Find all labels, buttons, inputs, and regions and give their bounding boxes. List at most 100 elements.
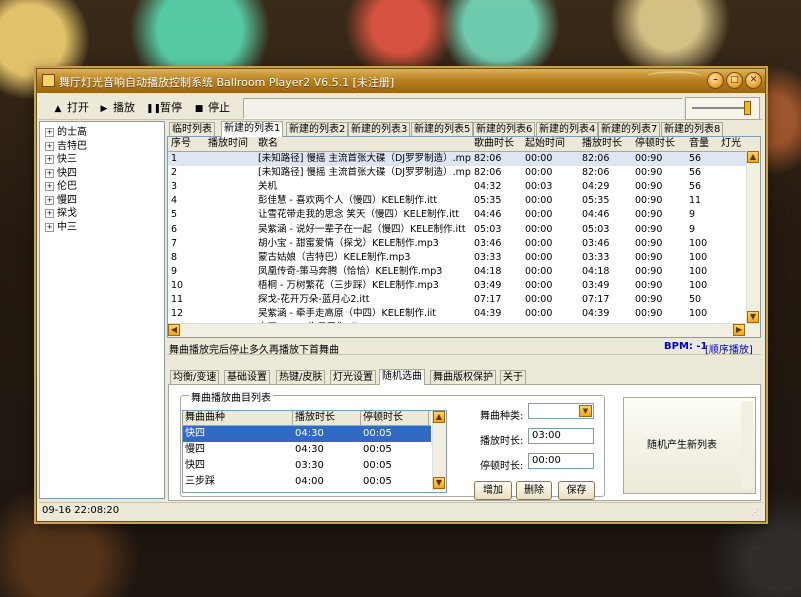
play-icon: ▶ — [100, 104, 108, 114]
settings-tab[interactable]: 均衡/变速 — [170, 370, 220, 384]
settings-tab[interactable]: 随机选曲 — [379, 369, 425, 385]
column-header[interactable]: 歌名 — [258, 138, 278, 150]
column-header[interactable]: 灯光 — [721, 138, 741, 150]
playlist-tab[interactable]: 临时列表 — [169, 122, 215, 136]
table-row[interactable]: 10 梧桐 - 万树繁花（三步踩）KELE制作.mp3 03:49 00:00 03:4… — [168, 279, 746, 293]
settings-tab[interactable]: 关于 — [500, 370, 526, 384]
volume-thumb[interactable] — [744, 101, 752, 115]
table-row[interactable]: 11 探戈-花开万朵-蓝月心2.itt 07:17 00:00 07:17 00:90 50 — [168, 293, 746, 307]
playlist-tab[interactable]: 新建的列表5 — [411, 122, 474, 136]
expand-plus-icon[interactable]: + — [45, 168, 54, 178]
resize-grip-icon[interactable]: ⋰ — [751, 508, 761, 518]
table-row[interactable]: 8 蒙古姑娘（吉特巴）KELE制作.mp3 03:33 00:00 03:33 00:90… — [168, 251, 746, 265]
generate-scroll[interactable] — [741, 401, 753, 489]
table-cell: 00:90 — [635, 265, 663, 277]
pause-length-input[interactable]: 00:00 — [528, 453, 594, 469]
table-row[interactable]: 5 让雪花带走我的思念 笑天（慢四）KELE制作.itt 04:46 00:00 04:… — [168, 208, 746, 222]
scroll-left-icon[interactable]: ◀ — [168, 324, 180, 336]
table-row[interactable]: 9 凤凰传奇-策马奔腾（恰恰）KELE制作.mp3 04:18 00:00 04:18 0… — [168, 265, 746, 279]
grid-row[interactable]: 三步踩 04:00 00:05 — [183, 474, 431, 490]
play-length-input[interactable]: 03:00 — [528, 428, 594, 444]
settings-tab[interactable]: 舞曲版权保护 — [430, 370, 496, 384]
stop-button[interactable]: ■ 停止 — [194, 100, 230, 115]
expand-plus-icon[interactable]: + — [45, 141, 54, 151]
table-cell: 3 — [171, 181, 178, 193]
scroll-up-icon[interactable]: ▲ — [747, 151, 759, 163]
table-row[interactable]: 6 吴紫涵 - 说好一辈子在一起（慢四）KELE制作.itt 05:03 00:00 0… — [168, 223, 746, 237]
progress-panel[interactable] — [243, 98, 683, 119]
tree-item[interactable]: + 的士高 — [45, 126, 87, 139]
grid-vscroll[interactable]: ▲ ▼ — [432, 411, 446, 490]
table-row[interactable]: 3 关机 04:32 00:03 04:29 00:90 56 — [168, 180, 746, 194]
playlist-tab[interactable]: 新建的列表3 — [348, 122, 411, 136]
table-row[interactable]: 1 [未知路径] 慢摇 主流首张大碟（DJ罗罗制造）.mp3 82:06 00:00 8… — [168, 152, 746, 166]
scroll-up-icon[interactable]: ▲ — [433, 411, 445, 423]
settings-tab[interactable]: 灯光设置 — [330, 370, 376, 384]
playlist-tab[interactable]: 新建的列表4 — [536, 122, 599, 136]
table-row[interactable]: 7 胡小宝 - 甜蜜爱情（探戈）KELE制作.mp3 03:46 00:00 03:46… — [168, 237, 746, 251]
column-header[interactable]: 歌曲时长 — [474, 138, 514, 150]
table-row[interactable]: 4 彭佳慧 - 喜欢两个人（慢四）KELE制作.itt 05:35 00:00 05:3… — [168, 194, 746, 208]
title-bar[interactable]: 舞厅灯光音响自动播放控制系统 Ballroom Player2 V6.5.1 [… — [37, 69, 765, 93]
grid-row[interactable]: 快四 03:30 00:05 — [183, 458, 431, 474]
settings-tab[interactable]: 基础设置 — [224, 370, 270, 384]
expand-plus-icon[interactable]: + — [45, 128, 54, 137]
grid-column-header[interactable]: 播放时长 — [293, 411, 361, 425]
table-cell: 1 — [171, 153, 178, 164]
column-header[interactable]: 播放时长 — [582, 138, 622, 150]
table-cell: 00:00 — [525, 153, 553, 164]
volume-slider[interactable] — [685, 97, 760, 120]
column-header[interactable]: 播放时间 — [208, 138, 248, 150]
play-button[interactable]: ▶ 播放 — [99, 100, 135, 115]
column-header[interactable]: 停顿时长 — [635, 138, 675, 150]
settings-tab[interactable]: 热键/皮肤 — [276, 370, 326, 384]
expand-plus-icon[interactable]: + — [45, 222, 54, 232]
table-cell: 5 — [171, 209, 178, 221]
grid-row[interactable]: 快四 04:30 00:05 — [183, 426, 431, 442]
playlist-tab[interactable]: 新建的列表1 — [221, 121, 284, 137]
grid-row[interactable]: 慢四 04:30 00:05 — [183, 442, 431, 458]
expand-plus-icon[interactable]: + — [45, 155, 54, 164]
grid-column-header[interactable]: 舞曲曲种 — [183, 411, 293, 425]
table-cell — [208, 194, 256, 208]
add-button[interactable]: 增加 — [474, 481, 512, 500]
minimize-button[interactable]: – — [707, 72, 724, 89]
playlist-tab[interactable]: 新建的列表8 — [661, 122, 724, 136]
table-row[interactable]: 12 吴紫涵 - 牵手走高原（中四）KELE制作.iit 04:39 00:00 04:… — [168, 307, 746, 321]
song-list-hscroll[interactable]: ◀ ▶ — [168, 323, 760, 337]
expand-plus-icon[interactable]: + — [45, 182, 54, 191]
tree-item[interactable]: + 伦巴 — [45, 180, 77, 193]
maximize-button[interactable]: □ — [726, 72, 743, 89]
tree-item[interactable]: + 吉特巴 — [45, 140, 87, 153]
column-header[interactable]: 起始时间 — [525, 138, 565, 150]
column-header[interactable]: 音量 — [689, 138, 709, 150]
playlist-tab[interactable]: 新建的列表7 — [598, 122, 661, 136]
column-header[interactable]: 序号 — [171, 138, 191, 150]
table-cell — [721, 166, 745, 180]
table-cell: 100 — [689, 265, 708, 277]
play-mode[interactable]: [顺序播放] — [705, 341, 753, 356]
playlist-tab[interactable]: 新建的列表6 — [473, 122, 536, 136]
table-row[interactable]: 2 [未知路径] 慢摇 主流首张大碟（DJ罗罗制造）.mp3 82:06 00:00 8… — [168, 166, 746, 180]
tree-item[interactable]: + 快三 — [45, 153, 77, 166]
scroll-down-icon[interactable]: ▼ — [747, 311, 759, 323]
scroll-down-icon[interactable]: ▼ — [433, 477, 445, 489]
chevron-down-icon[interactable]: ▼ — [579, 405, 592, 417]
tree-item[interactable]: + 慢四 — [45, 194, 77, 207]
save-button[interactable]: 保存 — [558, 481, 595, 500]
playlist-tab[interactable]: 新建的列表2 — [286, 122, 349, 136]
song-list-vscroll[interactable]: ▲ ▼ — [746, 151, 760, 324]
generate-random-list-button[interactable]: 随机产生新列表 — [623, 397, 756, 494]
delete-button[interactable]: 删除 — [516, 481, 552, 500]
open-button[interactable]: ▲ 打开 — [53, 100, 89, 115]
tree-item[interactable]: + 探戈 — [45, 207, 77, 220]
grid-column-header[interactable]: 停顿时长 — [361, 411, 429, 425]
tree-item[interactable]: + 快四 — [45, 167, 77, 180]
scroll-right-icon[interactable]: ▶ — [733, 324, 745, 336]
pause-button[interactable]: ❚❚暂停 — [146, 100, 182, 115]
expand-plus-icon[interactable]: + — [45, 209, 54, 218]
close-button[interactable]: ✕ — [745, 72, 762, 89]
expand-plus-icon[interactable]: + — [45, 195, 54, 205]
dance-type-select[interactable]: ▼ — [528, 403, 594, 419]
tree-item[interactable]: + 中三 — [45, 221, 77, 234]
